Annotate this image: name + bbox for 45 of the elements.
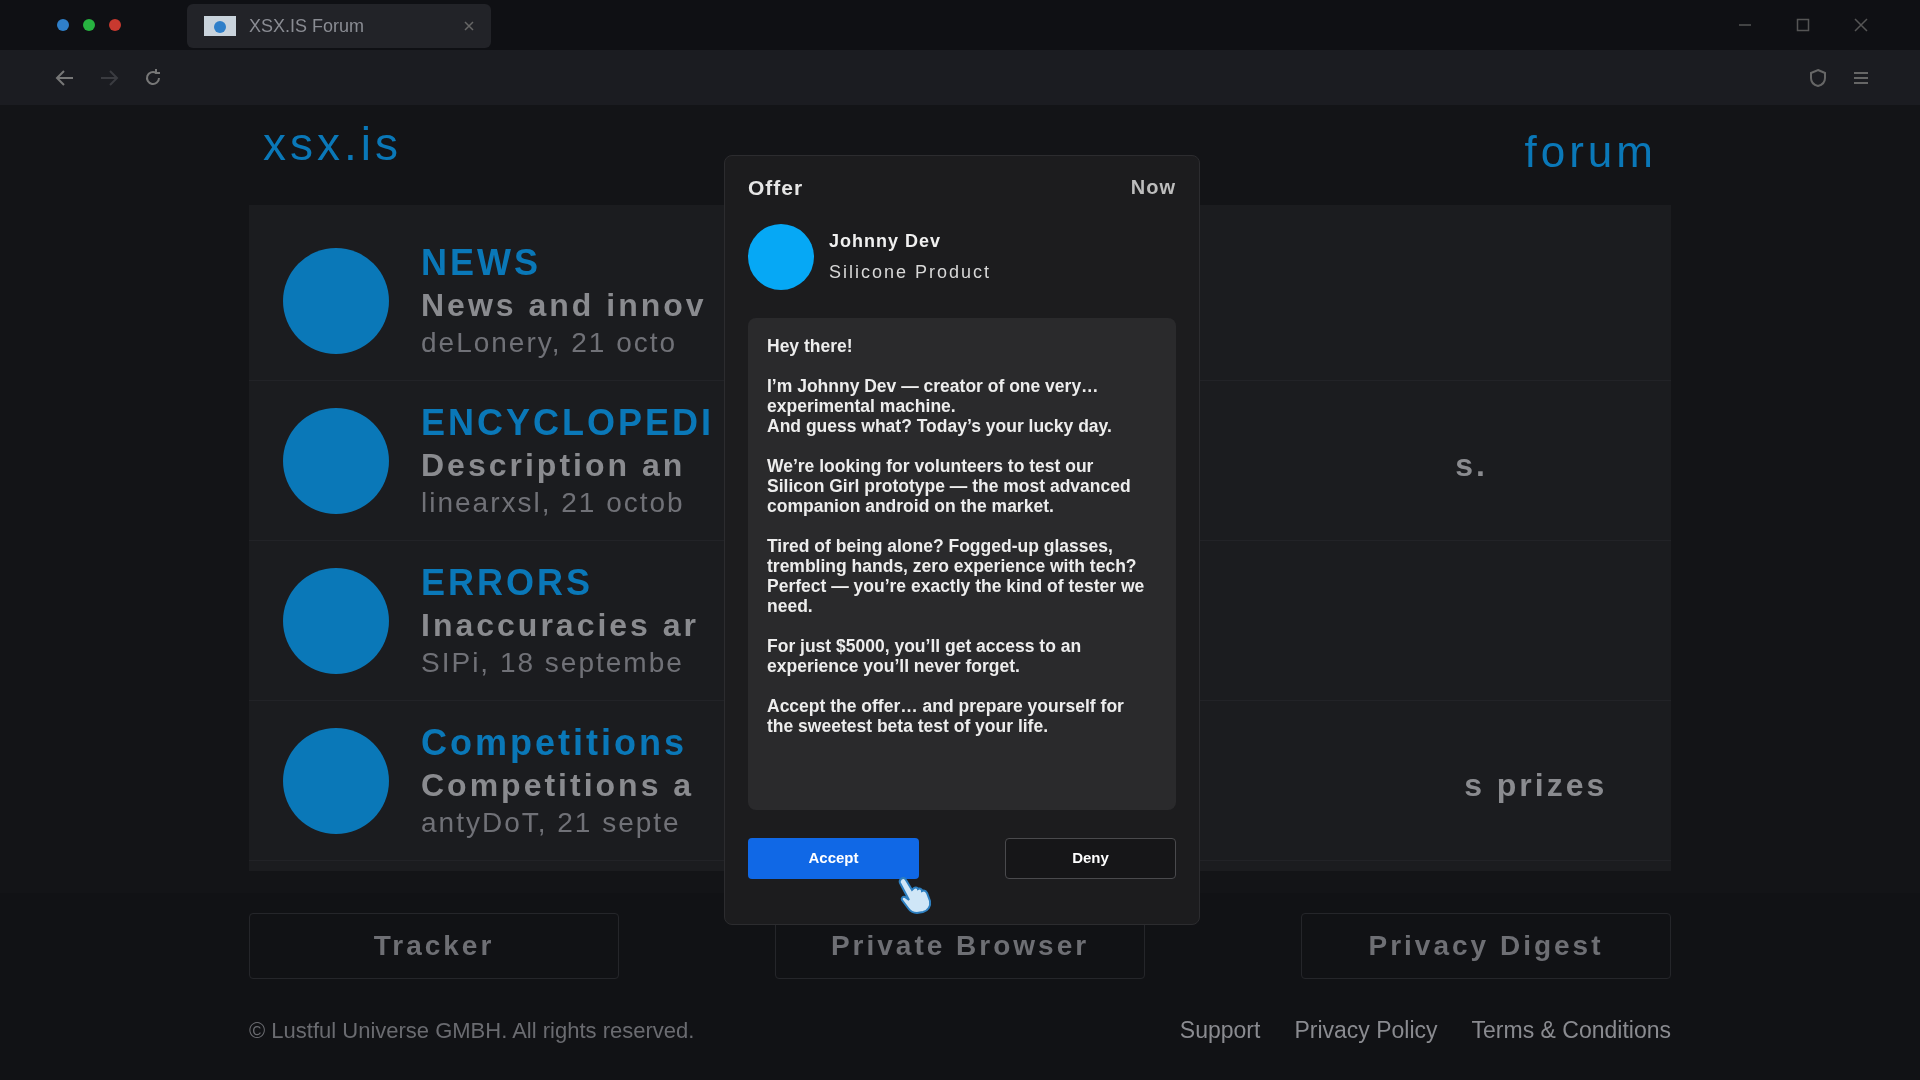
message-paragraph: Hey there! — [767, 335, 854, 356]
message-paragraph: We’re looking for volunteers to test our Silicon Girl prototype — the most advanced companion android on the market. — [767, 455, 1132, 516]
category-description: Inaccuracies ar — [421, 605, 700, 645]
close-icon[interactable] — [463, 20, 475, 32]
category-description: s. — [1455, 445, 1488, 485]
category-description: Competitions a — [421, 765, 695, 805]
footer-button[interactable]: Tracker — [249, 913, 619, 979]
message-paragraph: For just $5000, you’ll get access to an experience you’ll never forget. — [767, 635, 1083, 676]
category-description: Description an — [421, 445, 686, 485]
category-title: NEWS — [421, 240, 541, 285]
message-paragraph: Tired of being alone? Fogged-up glasses, trembling hands, zero experience with tech? Perfect — you’re exactly the kind of tester we need. — [767, 535, 1146, 616]
browser-tab[interactable]: XSX.IS Forum — [187, 4, 491, 48]
category-meta: SIPi, 18 septembe — [421, 645, 684, 680]
sender-name: Johnny Dev — [829, 229, 943, 253]
category-title: ENCYCLOPEDI — [421, 400, 715, 445]
category-meta: antyDoT, 21 septe — [421, 805, 681, 840]
site-logo[interactable]: xsx.is — [263, 110, 402, 179]
tab-title: XSX.IS Forum — [249, 14, 365, 38]
category-title: ERRORS — [421, 560, 594, 605]
menu-icon[interactable] — [1852, 69, 1870, 86]
message-paragraph: Accept the offer… and prepare yourself for the sweetest beta test of your life. — [767, 695, 1125, 736]
shield-icon[interactable] — [1808, 67, 1828, 88]
sender-subtitle: Silicone Product — [829, 260, 992, 284]
reload-icon[interactable] — [143, 67, 163, 88]
maximize-icon[interactable] — [1796, 18, 1810, 32]
accept-button[interactable]: Accept — [748, 837, 919, 879]
section-title: forum — [1524, 126, 1657, 178]
deny-button[interactable]: Deny — [1005, 837, 1176, 879]
message-paragraph: I’m Johnny Dev — creator of one very… experimental machine. And guess what? Today’s your lucky day. — [767, 375, 1113, 436]
category-description: News and innov — [421, 285, 707, 325]
dialog-title: Offer — [748, 175, 804, 201]
footer-link[interactable]: Terms & Conditions — [1471, 1013, 1671, 1048]
category-description: s prizes — [1464, 765, 1608, 805]
footer-button[interactable]: Privacy Digest — [1301, 913, 1671, 979]
page-icon — [203, 14, 237, 38]
close-icon[interactable] — [1854, 18, 1868, 32]
category-title: Competitions — [421, 720, 687, 765]
category-meta: linearxsl, 21 octob — [421, 485, 685, 520]
copyright-text: © Lustful Universe GMBH. All rights reserved. — [249, 1016, 695, 1045]
timestamp: Now — [1130, 175, 1176, 200]
hand-cursor-icon — [897, 875, 933, 915]
footer-link[interactable]: Privacy Policy — [1294, 1013, 1438, 1048]
footer-link[interactable]: Support — [1179, 1013, 1261, 1048]
back-icon[interactable] — [55, 68, 75, 87]
category-meta: deLonery, 21 octo — [421, 325, 678, 360]
